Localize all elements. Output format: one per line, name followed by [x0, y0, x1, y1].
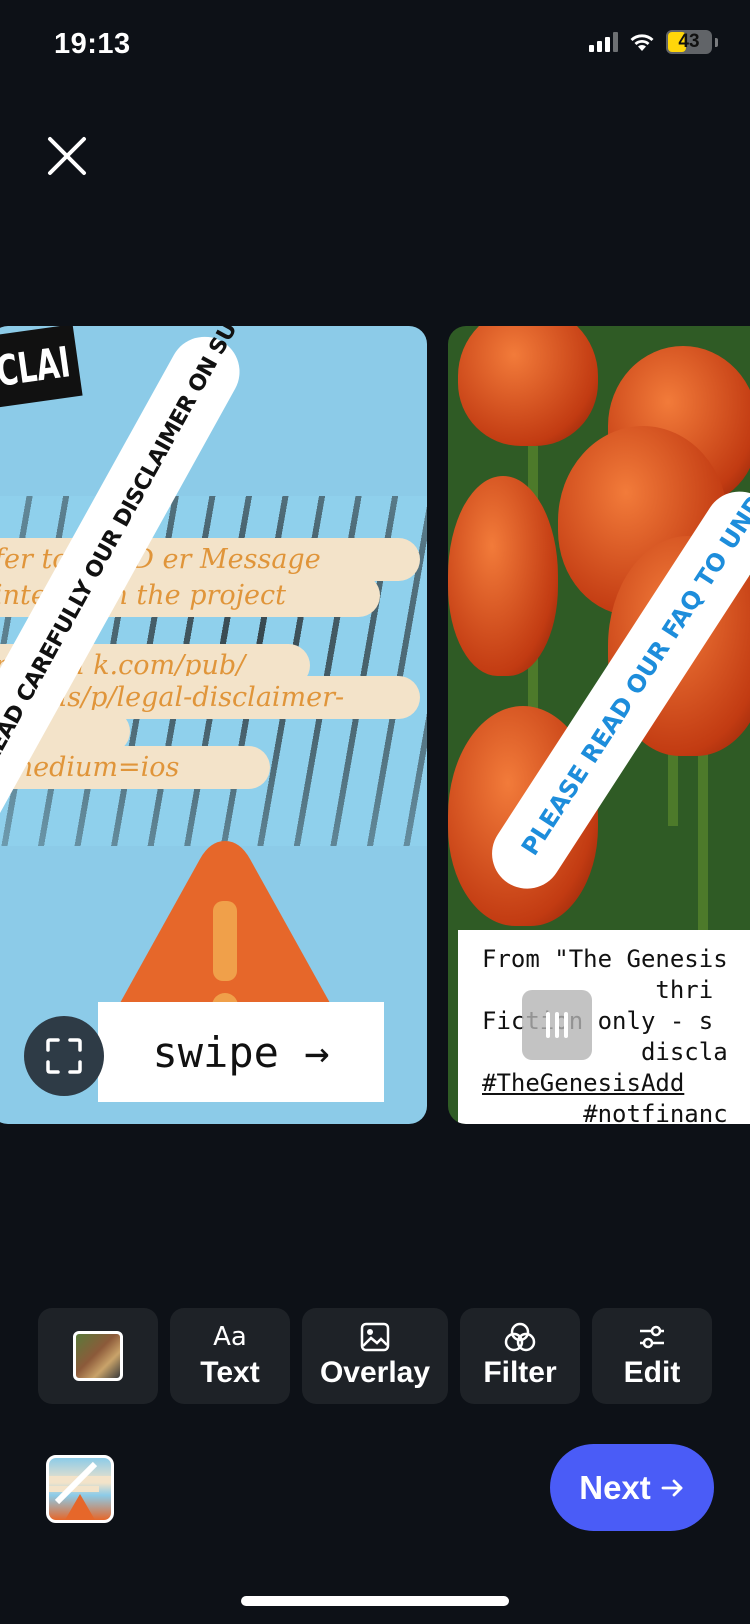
filter-tool-label: Filter: [483, 1356, 557, 1389]
sliders-icon: [640, 1325, 664, 1349]
fullscreen-button[interactable]: [24, 1016, 104, 1096]
tulip-image: [458, 326, 598, 446]
expand-icon: [46, 1038, 82, 1074]
battery-level: 43: [678, 31, 700, 52]
media-thumbnail: [73, 1331, 123, 1381]
text-tool-button[interactable]: Aa Text: [170, 1308, 290, 1404]
edit-toolbar: Aa Text Overlay Filter Edit: [38, 1308, 712, 1404]
signal-icon: [589, 32, 618, 52]
edit-tool-label: Edit: [623, 1356, 681, 1389]
next-button[interactable]: Next: [550, 1444, 714, 1531]
next-button-label: Next: [579, 1468, 651, 1506]
status-time: 19:13: [54, 28, 131, 60]
close-button[interactable]: [44, 133, 90, 179]
speech-bubble: _medium=ios: [0, 746, 270, 789]
slide-preview-image: [49, 1461, 111, 1520]
slide-thumbnail[interactable]: [46, 1455, 114, 1523]
reorder-drag-handle[interactable]: [522, 990, 592, 1060]
swipe-banner: swipe →: [98, 1002, 384, 1102]
carousel-slide-2[interactable]: PLEASE READ OUR FAQ TO UNDER From "The G…: [448, 326, 750, 1124]
edit-tool-button[interactable]: Edit: [592, 1308, 712, 1404]
image-icon: [360, 1322, 390, 1352]
text-icon: Aa: [213, 1322, 247, 1352]
battery-icon: 43: [666, 30, 712, 54]
link-icon: [516, 855, 532, 863]
text-tool-label: Text: [200, 1356, 260, 1389]
status-bar: 19:13 43: [0, 0, 750, 90]
home-indicator: [241, 1596, 509, 1606]
overlay-tool-label: Overlay: [319, 1356, 431, 1389]
arrow-right-icon: [661, 1479, 683, 1496]
media-thumbnail-button[interactable]: [38, 1308, 158, 1404]
filter-icon: [504, 1322, 536, 1352]
caption-box: From "The Genesis thri Fiction only - s d…: [458, 930, 750, 1124]
overlay-tool-button[interactable]: Overlay: [302, 1308, 448, 1404]
carousel-slide-1[interactable]: CLAI fer to our D er Message interactin …: [0, 326, 427, 1124]
close-icon: [48, 137, 86, 175]
filter-tool-button[interactable]: Filter: [460, 1308, 580, 1404]
status-icons: 43: [589, 30, 718, 54]
disclaimer-tag: CLAI: [0, 326, 83, 408]
wifi-icon: [630, 34, 654, 51]
